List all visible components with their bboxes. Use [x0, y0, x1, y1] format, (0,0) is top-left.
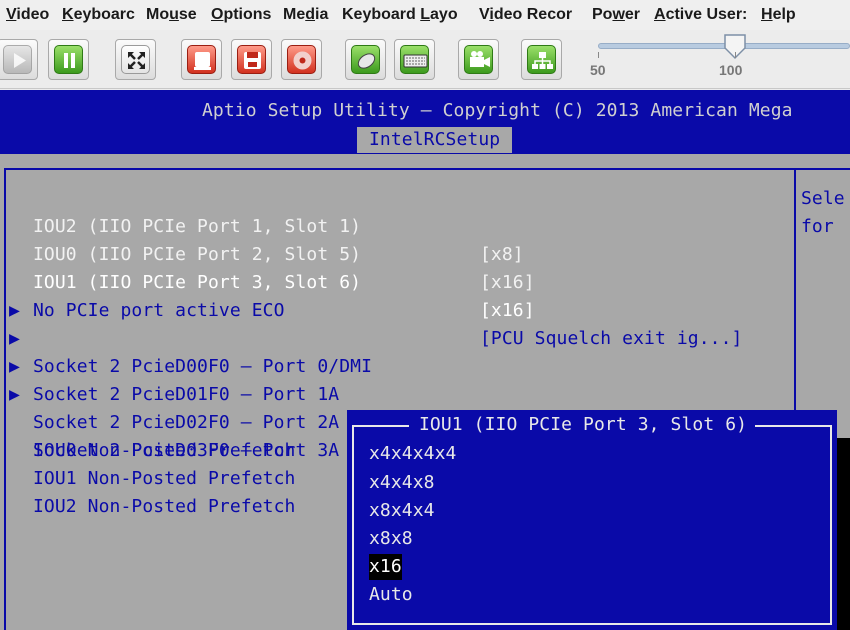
tab-intelrcsetup[interactable]: IntelRCSetup: [357, 127, 513, 153]
setting-value: [x16]: [480, 300, 535, 321]
menu-media[interactable]: Media: [283, 0, 335, 30]
submenu-row[interactable]: ▶ Socket 2 PcieD01F0 – Port 1A: [0, 325, 339, 405]
popup-shadow: [837, 438, 850, 630]
setting-label: IOU0 (IIO PCIe Port 2, Slot 5): [33, 244, 362, 265]
popup-option[interactable]: x8x4x4: [369, 498, 435, 524]
setting-row[interactable]: IOU1 Non-Posted Prefetch: [0, 437, 295, 489]
setting-row[interactable]: No PCIe port active ECO [PCU Squelch exi…: [0, 269, 742, 349]
disc-icon: [287, 45, 316, 74]
setting-label: IOU2 Non-Posted Prefetch: [33, 496, 296, 517]
save-button[interactable]: [231, 39, 272, 80]
submenu-arrow-icon: ▶: [9, 300, 20, 321]
setting-label: No PCIe port active ECO: [33, 300, 285, 321]
setting-row[interactable]: IOU0 (IIO PCIe Port 2, Slot 5) [x16]: [0, 213, 535, 293]
popup-option[interactable]: x8x8: [369, 526, 413, 552]
pause-button[interactable]: [48, 39, 89, 80]
setting-row[interactable]: IOU0 Non-Posted Prefetch: [0, 409, 295, 461]
pause-icon: [54, 45, 83, 74]
setting-label: IOU2 (IIO PCIe Port 1, Slot 1): [33, 216, 362, 237]
setting-row-selected[interactable]: IOU1 (IIO PCIe Port 3, Slot 6) [x16]: [0, 241, 535, 321]
network-button[interactable]: [521, 39, 562, 80]
camera-icon: [464, 45, 493, 74]
setting-label: Socket 2 PcieD01F0 – Port 1A: [33, 384, 340, 405]
setting-row[interactable]: IOU2 Non-Posted Prefetch: [0, 465, 295, 517]
record-button[interactable]: [181, 39, 222, 80]
remote-console-screen[interactable]: Aptio Setup Utility – Copyright (C) 2013…: [0, 90, 850, 630]
menu-help[interactable]: Help: [761, 0, 806, 30]
setting-label: IOU1 Non-Posted Prefetch: [33, 468, 296, 489]
popup-option[interactable]: Auto: [369, 582, 413, 608]
help-text: Sele: [801, 188, 845, 209]
popup-option-selected[interactable]: x16: [369, 554, 402, 580]
zoom-label-min: 50: [590, 62, 606, 78]
setting-value: [x16]: [480, 272, 535, 293]
zoom-slider[interactable]: 50 100: [590, 30, 850, 89]
submenu-arrow-icon: ▶: [9, 384, 20, 405]
toolbar: 50 100: [0, 30, 850, 89]
mouse-icon: [351, 45, 380, 74]
submenu-arrow-icon: ▶: [9, 356, 20, 377]
fullscreen-icon: [121, 45, 150, 74]
setting-row[interactable]: IOU2 (IIO PCIe Port 1, Slot 1) [x8]: [0, 185, 524, 265]
menu-active-users[interactable]: Active User:: [654, 0, 754, 30]
menu-keyboard[interactable]: Keyboarc: [62, 0, 140, 30]
menu-video-record[interactable]: Video Recor: [479, 0, 585, 30]
setting-label: Socket 2 PcieD02F0 – Port 2A: [33, 412, 340, 433]
submenu-row[interactable]: ▶ Socket 2 PcieD02F0 – Port 2A: [0, 353, 339, 433]
menu-video[interactable]: Video: [6, 0, 56, 30]
setting-label: IOU1 (IIO PCIe Port 3, Slot 6): [33, 272, 362, 293]
bios-header: Aptio Setup Utility – Copyright (C) 2013…: [0, 90, 850, 154]
popup-option[interactable]: x4x4x4x4: [369, 441, 457, 467]
zoom-tick: [735, 52, 736, 58]
setting-label: IOU0 Non-Posted Prefetch: [33, 440, 296, 461]
setting-value: [x8]: [480, 244, 524, 265]
zoom-label-max: 100: [719, 62, 743, 78]
mouse-button[interactable]: [345, 39, 386, 80]
help-text: for: [801, 216, 845, 237]
fullscreen-button[interactable]: [115, 39, 156, 80]
camera-button[interactable]: [458, 39, 499, 80]
setting-value: [PCU Squelch exit ig...]: [480, 328, 743, 349]
record-icon: [187, 45, 216, 74]
menu-options[interactable]: Options: [211, 0, 277, 30]
option-popup: IOU1 (IIO PCIe Port 3, Slot 6) x4x4x4x4 …: [347, 410, 837, 630]
zoom-tick: [598, 52, 599, 58]
disc-button[interactable]: [281, 39, 322, 80]
keyboard-button[interactable]: [394, 39, 435, 80]
submenu-arrow-icon: ▶: [9, 328, 20, 349]
network-icon: [527, 45, 556, 74]
menu-keyboard-layout[interactable]: Keyboard Layo: [342, 0, 472, 30]
play-icon: [3, 45, 32, 74]
popup-title: IOU1 (IIO PCIe Port 3, Slot 6): [409, 413, 756, 437]
keyboard-icon: [400, 45, 429, 74]
play-button[interactable]: [0, 39, 38, 80]
setting-label: Socket 2 PcieD00F0 – Port 0/DMI: [33, 356, 373, 377]
submenu-row[interactable]: ▶ Socket 2 PcieD00F0 – Port 0/DMI: [0, 297, 372, 377]
popup-option[interactable]: x4x4x8: [369, 470, 435, 496]
menu-power[interactable]: Power: [592, 0, 648, 30]
menu-bar: Video Keyboarc Mouse Options Media Keybo…: [0, 0, 850, 30]
submenu-row[interactable]: ▶ Socket 2 PcieD03F0 – Port 3A: [0, 381, 339, 461]
save-icon: [237, 45, 266, 74]
menu-mouse[interactable]: Mouse: [146, 0, 204, 30]
bios-title: Aptio Setup Utility – Copyright (C) 2013…: [202, 100, 793, 121]
